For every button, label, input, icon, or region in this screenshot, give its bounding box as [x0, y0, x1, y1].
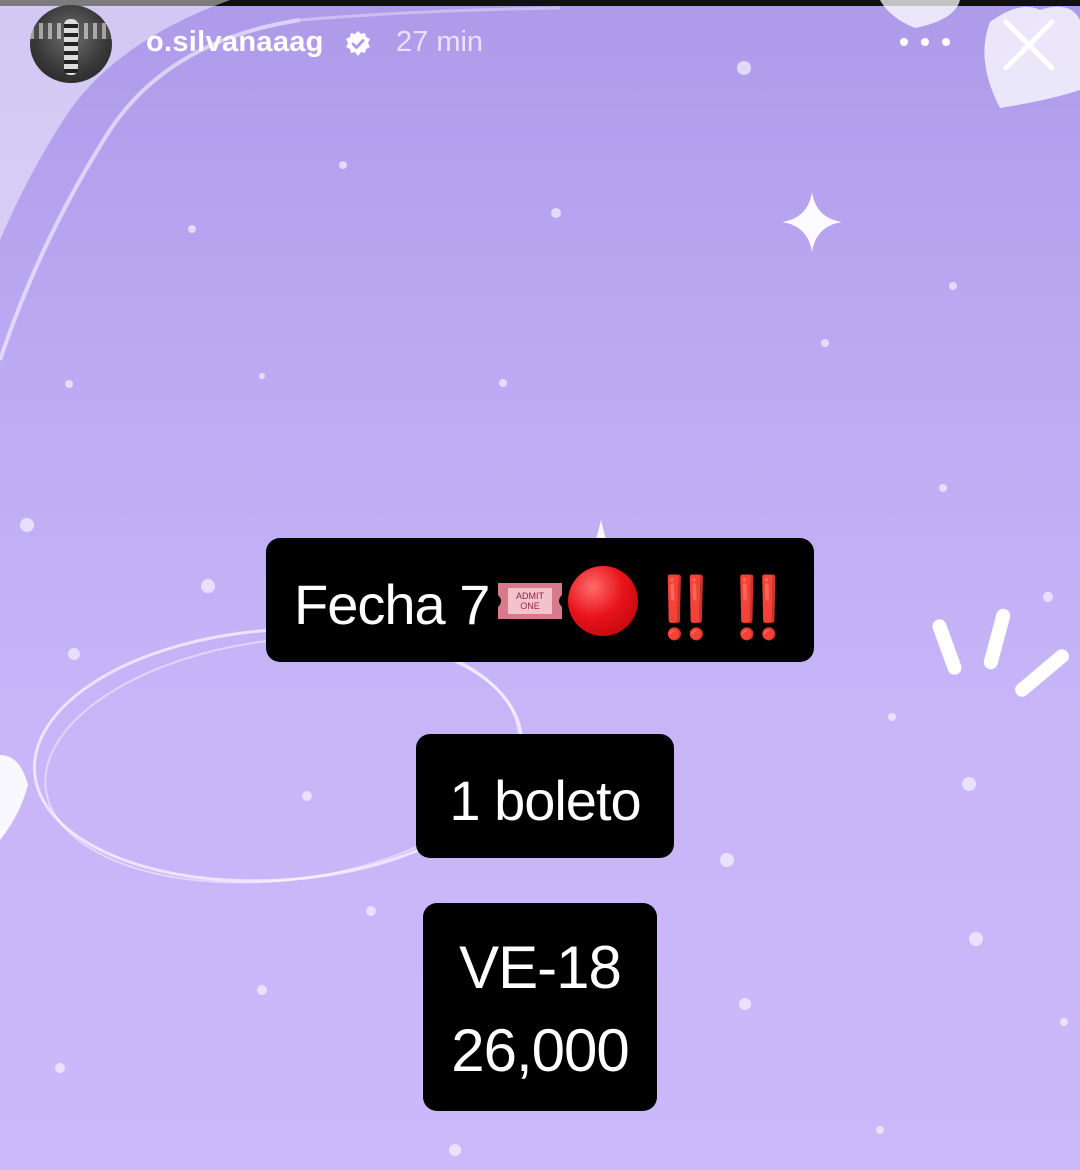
- burst-line-decoration-2: [983, 608, 1011, 670]
- post-time: 27 min: [396, 26, 484, 58]
- avatar[interactable]: [30, 5, 112, 83]
- story-viewer[interactable]: o.silvanaaag 27 min Fecha 7 ADMIT ONE ‼️…: [0, 0, 1080, 1170]
- red-circle-icon: [568, 566, 638, 636]
- burst-line-decoration: [932, 619, 962, 675]
- verified-badge-icon: [346, 31, 370, 56]
- section-price-sticker: VE-18 26,000: [423, 903, 657, 1111]
- date-label: Fecha 7: [294, 573, 490, 636]
- story-header: o.silvanaaag 27 min: [0, 0, 1080, 90]
- username[interactable]: o.silvanaaag: [146, 26, 324, 59]
- sparkle-star-decoration: [782, 192, 842, 252]
- close-icon[interactable]: [996, 12, 1062, 78]
- exclamation-marks: ‼️‼️: [648, 574, 795, 641]
- burst-line-decoration-3: [1015, 649, 1069, 697]
- date-sticker: Fecha 7 ADMIT ONE ‼️‼️: [266, 538, 814, 662]
- avatar-figure: [64, 19, 78, 75]
- ticket-count-label: 1 boleto: [449, 769, 641, 832]
- ticket-text-one: ONE: [520, 601, 540, 611]
- heart-left-decoration: [0, 755, 28, 840]
- ticket-count-sticker: 1 boleto: [416, 734, 674, 858]
- small-sparkle-decoration: [596, 520, 606, 540]
- price-label: 26,000: [451, 1017, 630, 1084]
- section-label: VE-18: [459, 934, 622, 1001]
- admission-ticket-icon: ADMIT ONE: [498, 583, 562, 619]
- ticket-text-admit: ADMIT: [516, 591, 545, 601]
- more-options-icon[interactable]: [900, 22, 950, 62]
